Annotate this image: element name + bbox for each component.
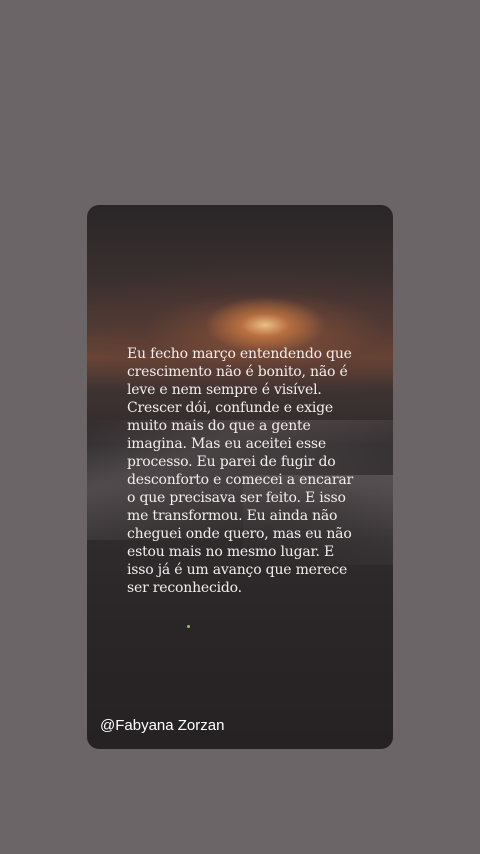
story-page: Eu fecho março entendendo que cresciment… [0,0,480,854]
quote-line: o que precisava ser feito. E isso [127,490,346,506]
quote-line: crescimento não é bonito, não é [127,364,348,380]
quote-line: imagina. Mas eu aceitei esse [127,436,326,452]
author-handle[interactable]: @Fabyana Zorzan [100,717,224,735]
quote-line: Eu fecho março entendendo que [127,346,352,362]
quote-line: Crescer dói, confunde e exige [127,400,333,416]
quote-line: processo. Eu parei de fugir do [127,454,336,470]
quote-line: muito mais do que a gente [127,418,311,434]
quote-line: leve e nem sempre é visível. [127,382,322,398]
sparkle-dot [187,625,190,628]
quote-line: estou mais no mesmo lugar. E [127,544,334,560]
quote-card[interactable]: Eu fecho março entendendo que cresciment… [87,205,393,749]
quote-line: isso já é um avanço que merece [127,562,348,578]
quote-line: cheguei onde quero, mas eu não [127,526,352,542]
quote-line: me transformou. Eu ainda não [127,508,338,524]
quote-text: Eu fecho março entendendo que cresciment… [127,345,362,597]
quote-line: desconforto e comecei a encarar [127,472,353,488]
quote-line: ser reconhecido. [127,580,242,596]
